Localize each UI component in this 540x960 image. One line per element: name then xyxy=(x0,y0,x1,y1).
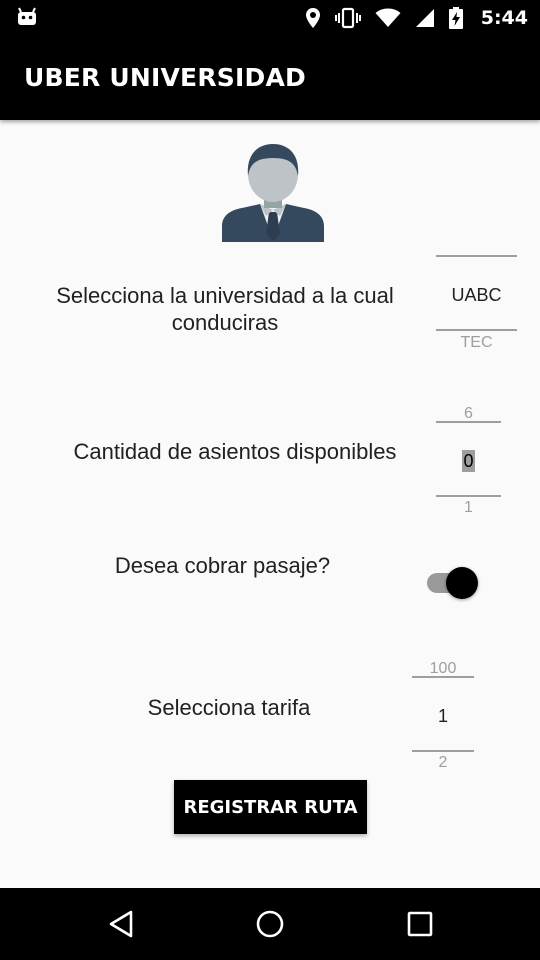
university-picker-selected[interactable]: UABC xyxy=(436,285,517,306)
status-time: 5:44 xyxy=(480,7,528,29)
home-icon[interactable] xyxy=(250,906,290,942)
seats-picker-selected[interactable]: 0 xyxy=(436,450,501,472)
navigation-bar xyxy=(0,888,540,960)
seats-picker-divider-top xyxy=(436,421,501,423)
fare-picker-divider-bottom xyxy=(412,750,474,752)
switch-thumb[interactable] xyxy=(446,567,478,599)
seats-label: Cantidad de asientos disponibles xyxy=(73,439,397,464)
vibrate-icon xyxy=(334,7,361,29)
app-bar: UBER UNIVERSIDAD xyxy=(0,36,540,120)
fare-picker-selected[interactable]: 1 xyxy=(412,706,474,727)
signal-icon xyxy=(415,8,435,28)
back-icon[interactable] xyxy=(101,906,141,942)
recents-icon[interactable] xyxy=(400,906,440,942)
android-icon xyxy=(16,7,38,27)
seats-picker-divider-bottom xyxy=(436,495,501,497)
status-bar: 5:44 xyxy=(0,0,540,36)
location-icon xyxy=(305,7,321,29)
fare-toggle-label: Desea cobrar pasaje? xyxy=(114,553,331,578)
battery-charging-icon xyxy=(448,7,463,29)
university-picker-divider-bottom xyxy=(436,329,517,331)
app-title: UBER UNIVERSIDAD xyxy=(24,63,306,92)
seats-picker-value[interactable]: 0 xyxy=(462,450,475,472)
wifi-icon xyxy=(375,8,401,28)
university-picker-below[interactable]: TEC xyxy=(436,334,517,352)
fare-label: Selecciona tarifa xyxy=(147,695,311,720)
fare-picker-below[interactable]: 2 xyxy=(412,754,474,772)
register-route-button[interactable]: REGISTRAR RUTA xyxy=(174,780,367,834)
user-avatar-icon xyxy=(220,142,326,242)
seats-picker-below[interactable]: 1 xyxy=(436,499,501,517)
university-label: Selecciona la universidad a la cual cond… xyxy=(56,283,394,335)
fare-picker-divider-top xyxy=(412,676,474,678)
university-picker-divider-top xyxy=(436,255,517,257)
